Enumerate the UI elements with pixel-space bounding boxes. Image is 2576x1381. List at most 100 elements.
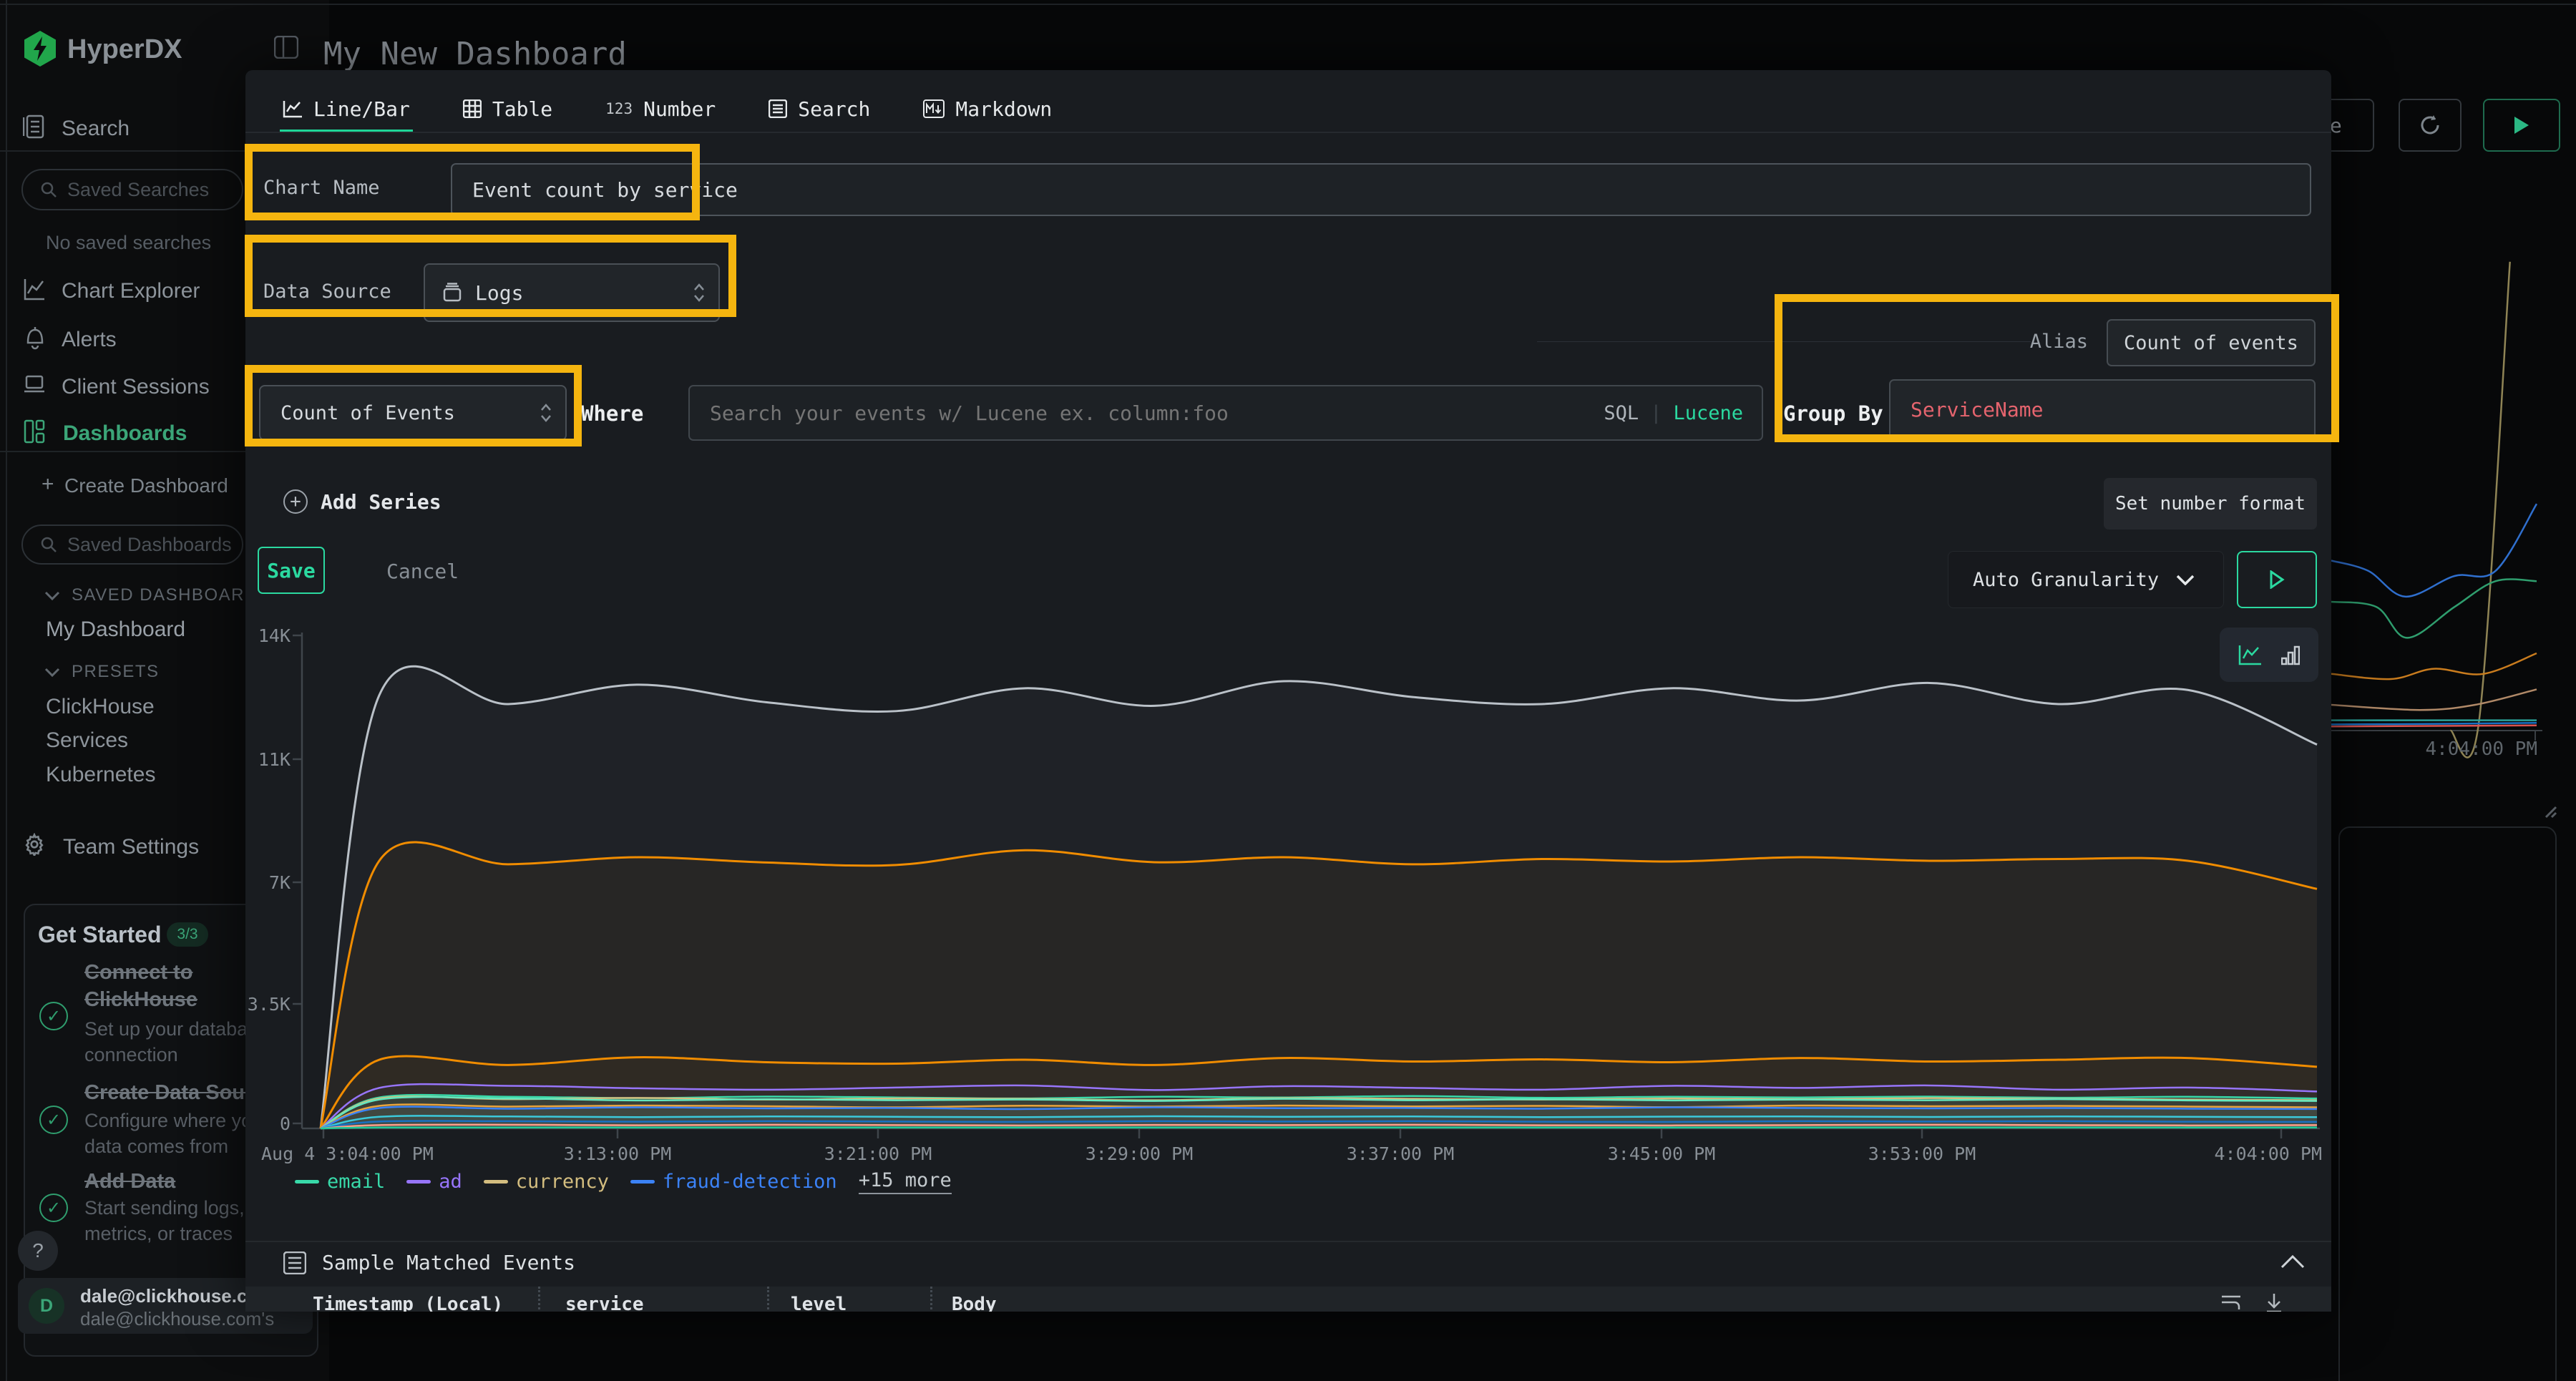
lucene-toggle[interactable]: Lucene <box>1673 402 1743 424</box>
sample-events-title: Sample Matched Events <box>322 1251 575 1274</box>
help-button[interactable]: ? <box>18 1231 58 1271</box>
refresh-button[interactable] <box>2399 99 2462 152</box>
tab-line-bar[interactable]: Line/Bar <box>283 86 410 132</box>
data-source-label: Data Source <box>263 280 391 303</box>
x-tick-label: 3:29:00 PM <box>1068 1143 1211 1164</box>
legend-more-link[interactable]: +15 more <box>859 1169 952 1194</box>
sql-toggle[interactable]: SQL <box>1604 402 1639 424</box>
legend-item[interactable]: currency <box>484 1171 609 1193</box>
group-by-label: Group By <box>1783 401 1883 426</box>
sidebar-toggle-icon[interactable] <box>274 36 298 59</box>
saved-dashboards-input[interactable]: Saved Dashboards <box>21 524 243 565</box>
no-saved-searches-text: No saved searches <box>46 232 211 254</box>
aggregation-select[interactable]: Count of Events <box>259 385 567 441</box>
y-tick-label: 14K <box>222 625 291 646</box>
background-dashboard-chart <box>2331 215 2576 758</box>
sample-events-header[interactable]: Sample Matched Events <box>283 1251 575 1274</box>
bar-chart-toggle-icon[interactable] <box>2281 644 2300 665</box>
column-separator[interactable] <box>930 1287 932 1312</box>
sidebar-item-kubernetes[interactable]: Kubernetes <box>46 763 155 787</box>
tab-label: Markdown <box>955 97 1052 121</box>
tab-number[interactable]: 123 Number <box>605 86 716 132</box>
where-input[interactable] <box>690 401 1604 425</box>
chart-name-field[interactable] <box>451 163 2311 216</box>
sidebar-item-chart-explorer[interactable]: Chart Explorer <box>62 279 200 303</box>
chart-editor-modal <box>245 70 2331 1312</box>
presets-section[interactable]: PRESETS <box>44 662 160 682</box>
legend-item[interactable]: fraud-detection <box>630 1171 837 1193</box>
tab-table[interactable]: Table <box>463 86 552 132</box>
chevron-down-icon <box>44 590 60 600</box>
play-icon <box>2269 570 2285 589</box>
step-title[interactable]: Connect to ClickHouse <box>84 959 228 1013</box>
step-check-icon: ✓ <box>39 1002 68 1030</box>
list-icon <box>769 99 787 118</box>
chart-legend: email ad currency fraud-detection +15 more <box>295 1169 952 1194</box>
sidebar-item-clickhouse[interactable]: ClickHouse <box>46 695 155 719</box>
avatar: D <box>29 1288 64 1324</box>
legend-label: currency <box>516 1171 609 1193</box>
alerts-bell-icon <box>25 326 45 350</box>
get-started-badge: 3/3 <box>167 922 208 947</box>
hyperdx-logo-icon[interactable] <box>23 30 57 67</box>
x-tick-label: 4:04:00 PM <box>2179 1143 2322 1164</box>
legend-item[interactable]: email <box>295 1171 385 1193</box>
sidebar-item-search[interactable]: Search <box>62 117 130 141</box>
legend-label: ad <box>439 1171 462 1193</box>
sidebar-item-dashboards[interactable]: Dashboards <box>63 421 187 446</box>
saved-searches-input[interactable]: Saved Searches <box>21 169 243 210</box>
cancel-button[interactable]: Cancel <box>386 560 459 583</box>
database-icon <box>442 283 462 303</box>
x-tick-label: Aug 4 3:04:00 PM <box>261 1143 434 1164</box>
set-number-format-button[interactable]: Set number format <box>2104 478 2317 530</box>
panel-resize-handle[interactable] <box>2539 800 2557 819</box>
search-nav-icon <box>23 114 44 139</box>
chart-type-toggle <box>2220 628 2318 682</box>
collapse-chevron-up-icon[interactable] <box>2280 1254 2306 1269</box>
column-header-body[interactable]: Body <box>952 1294 997 1312</box>
download-icon[interactable] <box>2265 1292 2283 1312</box>
sort-filter-icon[interactable] <box>2220 1294 2242 1312</box>
alias-label: Alias <box>1946 331 2088 353</box>
sidebar-item-my-dashboard[interactable]: My Dashboard <box>46 618 185 642</box>
tab-search[interactable]: Search <box>769 86 870 132</box>
sidebar-item-team-settings[interactable]: Team Settings <box>63 835 199 859</box>
group-by-field[interactable] <box>1889 379 2316 439</box>
tab-label: Table <box>492 97 552 121</box>
x-tick-label: 3:45:00 PM <box>1590 1143 1733 1164</box>
save-button[interactable]: Save <box>258 547 325 594</box>
logo-text[interactable]: HyperDX <box>67 34 182 65</box>
legend-label: fraud-detection <box>663 1171 837 1193</box>
line-chart-toggle-icon[interactable] <box>2238 644 2263 665</box>
run-chart-button[interactable] <box>2237 551 2317 608</box>
column-separator[interactable] <box>767 1287 769 1312</box>
where-field[interactable]: SQL | Lucene <box>688 385 1763 441</box>
granularity-select[interactable]: Auto Granularity <box>1948 551 2224 608</box>
alias-field[interactable] <box>2107 319 2316 366</box>
column-header-level[interactable]: level <box>791 1294 847 1312</box>
add-series-button[interactable]: + Add Series <box>283 489 441 514</box>
create-dashboard-button[interactable]: Create Dashboard <box>64 474 228 497</box>
chart-name-input[interactable] <box>452 178 2310 202</box>
tab-markdown[interactable]: Markdown <box>923 86 1052 132</box>
run-query-button[interactable] <box>2483 99 2560 152</box>
search-icon <box>40 181 57 198</box>
y-tick-label: 3.5K <box>222 994 291 1015</box>
alias-input[interactable] <box>2108 332 2314 354</box>
column-separator[interactable] <box>538 1287 540 1312</box>
sidebar-item-client-sessions[interactable]: Client Sessions <box>62 375 210 399</box>
add-series-label: Add Series <box>321 490 441 514</box>
client-sessions-icon <box>24 374 45 395</box>
column-header-timestamp[interactable]: Timestamp (Local) <box>313 1294 503 1312</box>
tabs-divider <box>245 132 2331 133</box>
legend-item[interactable]: ad <box>406 1171 462 1193</box>
data-source-select[interactable]: Logs <box>424 263 720 322</box>
column-header-service[interactable]: service <box>565 1294 644 1312</box>
saved-dashboards-section[interactable]: SAVED DASHBOARDS <box>44 585 270 605</box>
select-chevrons-icon <box>540 402 552 424</box>
sidebar-item-alerts[interactable]: Alerts <box>62 328 117 352</box>
legend-dash-icon <box>295 1180 319 1184</box>
sidebar-item-services[interactable]: Services <box>46 728 128 753</box>
group-by-input[interactable] <box>1890 398 2314 421</box>
select-chevrons-icon <box>693 282 706 303</box>
